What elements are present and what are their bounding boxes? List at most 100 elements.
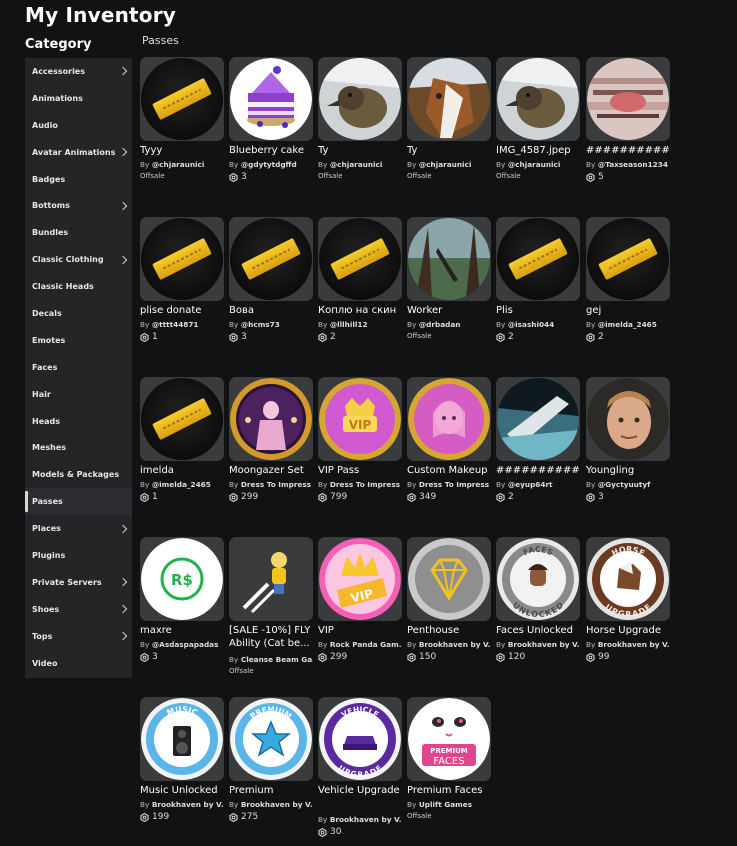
item-creator[interactable]: By @chjaraunici bbox=[496, 160, 580, 169]
item-thumbnail[interactable] bbox=[496, 217, 580, 301]
item-name[interactable]: Worker bbox=[407, 304, 491, 317]
creator-name[interactable]: Dress To Impress ... bbox=[330, 480, 402, 489]
creator-name[interactable]: @lllhill12 bbox=[330, 320, 368, 329]
item-creator[interactable]: By Brookhaven by V... bbox=[586, 640, 670, 649]
creator-name[interactable]: @imelda_2465 bbox=[152, 480, 211, 489]
item-card[interactable]: MUSIC Music Unlocked By Brookhaven by V..… bbox=[140, 697, 224, 846]
item-card[interactable]: R$ maxre By @Asdaspapadas 3 bbox=[140, 537, 224, 687]
item-creator[interactable]: By @gdytytdgffd bbox=[229, 160, 313, 169]
sidebar-item-meshes[interactable]: Meshes bbox=[25, 434, 132, 461]
creator-name[interactable]: Brookhaven by V... bbox=[508, 640, 580, 649]
item-card[interactable]: Коплю на скин By @lllhill12 2 bbox=[318, 217, 402, 367]
item-thumbnail[interactable]: VIP bbox=[318, 537, 402, 621]
item-card[interactable]: FACES UNLOCKED Faces Unlocked By Brookhave… bbox=[496, 537, 580, 687]
item-card[interactable]: Blueberry cake By @gdytytdgffd 3 bbox=[229, 57, 313, 207]
item-card[interactable]: ########## By @eyup64rt 2 bbox=[496, 377, 580, 527]
item-thumbnail[interactable]: PREMIUM FACES bbox=[407, 697, 491, 781]
item-name[interactable]: VIP Pass bbox=[318, 464, 402, 477]
item-creator[interactable]: By Rock Panda Gam... bbox=[318, 640, 402, 649]
item-creator[interactable]: By Dress To Impress ... bbox=[407, 480, 491, 489]
item-name[interactable]: ########## bbox=[496, 464, 580, 477]
sidebar-item-faces[interactable]: Faces bbox=[25, 354, 132, 381]
item-thumbnail[interactable] bbox=[407, 537, 491, 621]
item-creator[interactable]: By Brookhaven by V... bbox=[229, 800, 313, 809]
item-card[interactable]: PREMIUM Premium By Brookhaven by V... 275 bbox=[229, 697, 313, 846]
item-card[interactable]: VIP VIP By Rock Panda Gam... 299 bbox=[318, 537, 402, 687]
sidebar-item-accessories[interactable]: Accessories bbox=[25, 58, 132, 85]
creator-name[interactable]: @Gyctyuutyf bbox=[598, 480, 650, 489]
creator-name[interactable]: @eyup64rt bbox=[508, 480, 553, 489]
item-name[interactable]: IMG_4587.jpep bbox=[496, 144, 580, 157]
item-card[interactable]: gej By @imelda_2465 2 bbox=[586, 217, 670, 367]
item-creator[interactable]: By Dress To Impress ... bbox=[318, 480, 402, 489]
item-card[interactable]: VEHICLE UPGRADE Vehicle Upgrade By Brookha… bbox=[318, 697, 402, 846]
item-creator[interactable]: By @eyup64rt bbox=[496, 480, 580, 489]
creator-name[interactable]: Brookhaven by V... bbox=[419, 640, 491, 649]
creator-name[interactable]: @tttt44871 bbox=[152, 320, 199, 329]
item-thumbnail[interactable]: PREMIUM bbox=[229, 697, 313, 781]
sidebar-item-avatar-animations[interactable]: Avatar Animations bbox=[25, 139, 132, 166]
creator-name[interactable]: @hcms73 bbox=[241, 320, 280, 329]
creator-name[interactable]: Dress To Impress ... bbox=[419, 480, 491, 489]
item-name[interactable]: Plis bbox=[496, 304, 580, 317]
item-card[interactable]: Moongazer Set By Dress To Impress ... 299 bbox=[229, 377, 313, 527]
item-creator[interactable]: By @Taxseason1234 bbox=[586, 160, 670, 169]
creator-name[interactable]: @chjaraunici bbox=[508, 160, 560, 169]
sidebar-item-video[interactable]: Video bbox=[25, 650, 132, 677]
item-creator[interactable]: By Brookhaven by V... bbox=[318, 815, 402, 824]
sidebar-item-tops[interactable]: Tops bbox=[25, 623, 132, 650]
item-card[interactable]: Ty By @chjaraunici Offsale bbox=[407, 57, 491, 207]
item-name[interactable]: Ty bbox=[407, 144, 491, 157]
sidebar-item-animations[interactable]: Animations bbox=[25, 85, 132, 112]
item-card[interactable]: Tyyy By @chjaraunici Offsale bbox=[140, 57, 224, 207]
item-creator[interactable]: By @drbadan bbox=[407, 320, 491, 329]
item-name[interactable]: Blueberry cake bbox=[229, 144, 313, 157]
creator-name[interactable]: Rock Panda Gam... bbox=[330, 640, 402, 649]
item-creator[interactable]: By @tttt44871 bbox=[140, 320, 224, 329]
item-thumbnail[interactable]: VEHICLE UPGRADE bbox=[318, 697, 402, 781]
item-card[interactable]: Ty By @chjaraunici Offsale bbox=[318, 57, 402, 207]
sidebar-item-bottoms[interactable]: Bottoms bbox=[25, 192, 132, 219]
item-thumbnail[interactable] bbox=[318, 57, 402, 141]
sidebar-item-heads[interactable]: Heads bbox=[25, 408, 132, 435]
item-creator[interactable]: By @lllhill12 bbox=[318, 320, 402, 329]
creator-name[interactable]: Uplift Games bbox=[419, 800, 472, 809]
item-name[interactable]: Horse Upgrade bbox=[586, 624, 670, 637]
item-card[interactable]: PREMIUM FACES Premium Faces By Uplift Game… bbox=[407, 697, 491, 846]
item-thumbnail[interactable] bbox=[586, 217, 670, 301]
item-card[interactable]: plise donate By @tttt44871 1 bbox=[140, 217, 224, 367]
creator-name[interactable]: @Taxseason1234 bbox=[598, 160, 668, 169]
item-card[interactable]: VIP VIP Pass By Dress To Impress ... 799 bbox=[318, 377, 402, 527]
item-card[interactable]: imelda By @imelda_2465 1 bbox=[140, 377, 224, 527]
creator-name[interactable]: @isashi044 bbox=[508, 320, 554, 329]
creator-name[interactable]: @Asdaspapadas bbox=[152, 640, 219, 649]
item-name[interactable]: Custom Makeup bbox=[407, 464, 491, 477]
item-thumbnail[interactable]: HORSE UPGRADE bbox=[586, 537, 670, 621]
creator-name[interactable]: Brookhaven by V... bbox=[330, 815, 402, 824]
item-thumbnail[interactable] bbox=[140, 57, 224, 141]
sidebar-item-bundles[interactable]: Bundles bbox=[25, 219, 132, 246]
sidebar-item-plugins[interactable]: Plugins bbox=[25, 542, 132, 569]
sidebar-item-emotes[interactable]: Emotes bbox=[25, 327, 132, 354]
item-name[interactable]: VIP bbox=[318, 624, 402, 637]
sidebar-item-classic-heads[interactable]: Classic Heads bbox=[25, 273, 132, 300]
item-name[interactable]: Premium bbox=[229, 784, 313, 797]
item-card[interactable]: Youngling By @Gyctyuutyf 3 bbox=[586, 377, 670, 527]
item-name[interactable]: Vehicle Upgrade bbox=[318, 784, 402, 812]
item-name[interactable]: imelda bbox=[140, 464, 224, 477]
item-thumbnail[interactable] bbox=[229, 57, 313, 141]
item-name[interactable]: Music Unlocked bbox=[140, 784, 224, 797]
creator-name[interactable]: @imelda_2465 bbox=[598, 320, 657, 329]
item-card[interactable]: ############ By @Taxseason1234 5 bbox=[586, 57, 670, 207]
sidebar-item-hair[interactable]: Hair bbox=[25, 381, 132, 408]
item-creator[interactable]: By Brookhaven by V... bbox=[407, 640, 491, 649]
item-creator[interactable]: By @imelda_2465 bbox=[586, 320, 670, 329]
item-thumbnail[interactable]: VIP bbox=[318, 377, 402, 461]
item-card[interactable]: Вова By @hcms73 3 bbox=[229, 217, 313, 367]
sidebar-item-models-packages[interactable]: Models & Packages bbox=[25, 461, 132, 488]
creator-name[interactable]: @chjaraunici bbox=[419, 160, 471, 169]
item-name[interactable]: Faces Unlocked bbox=[496, 624, 580, 637]
item-card[interactable]: Plis By @isashi044 2 bbox=[496, 217, 580, 367]
creator-name[interactable]: @chjaraunici bbox=[152, 160, 204, 169]
item-name[interactable]: plise donate bbox=[140, 304, 224, 317]
